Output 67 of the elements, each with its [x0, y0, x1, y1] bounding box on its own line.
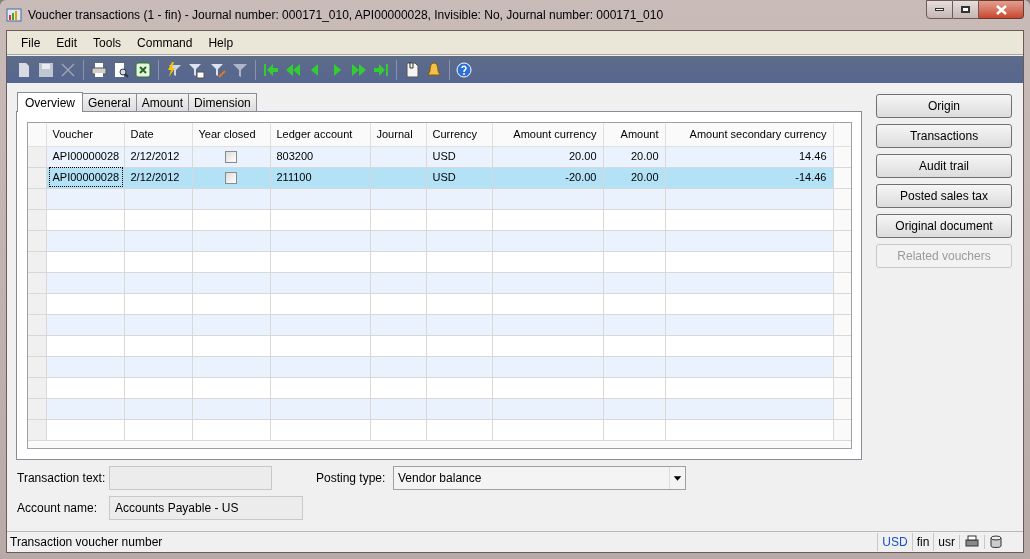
table-row[interactable]: API00000028 2/12/2012 803200 USD 20.00 20.00 14.46: [28, 146, 851, 167]
checkbox[interactable]: [225, 151, 237, 164]
help-icon[interactable]: [456, 61, 472, 78]
transaction-text-field[interactable]: [109, 466, 272, 490]
action-button[interactable]: Origin: [876, 94, 1012, 118]
tab[interactable]: Overview: [17, 92, 83, 112]
status-text: Transaction voucher number: [9, 534, 164, 551]
table-cell: 14.46: [798, 150, 827, 163]
column-header[interactable]: Ledger account: [270, 123, 370, 146]
action-button[interactable]: Audit trail: [876, 154, 1012, 178]
printer-icon[interactable]: [964, 535, 980, 549]
table-cell: 20.00: [630, 150, 659, 163]
column-header[interactable]: Voucher: [46, 123, 124, 146]
table-cell: 20.00: [568, 150, 597, 163]
table-cell: 20.00: [630, 171, 659, 184]
database-icon[interactable]: [989, 535, 1003, 549]
lightning-filter-icon[interactable]: [165, 60, 183, 79]
table-cell: -14.46: [795, 171, 827, 184]
close-icon: [995, 4, 1007, 15]
user-indicator: usr: [933, 533, 959, 551]
action-button[interactable]: Transactions: [876, 124, 1012, 148]
table-cell: USD: [432, 171, 456, 184]
menu-item[interactable]: Command: [131, 32, 199, 53]
column-header[interactable]: Amount secondary currency: [665, 123, 833, 146]
delete-icon[interactable]: [59, 60, 77, 79]
menu-item[interactable]: Edit: [50, 32, 84, 53]
column-header[interactable]: Date: [124, 123, 192, 146]
close-button[interactable]: [979, 0, 1024, 19]
print-icon[interactable]: [90, 60, 108, 79]
table-cell: 2/12/2012: [130, 171, 180, 184]
menu-item[interactable]: Tools: [87, 32, 128, 53]
company-indicator: fin: [911, 533, 934, 551]
maximize-button[interactable]: [953, 0, 979, 19]
posting-type-dropdown[interactable]: Vendor balance: [393, 466, 686, 490]
minimize-button[interactable]: [926, 0, 953, 19]
table-row[interactable]: API00000028 2/12/2012 211100 USD -20.00 20.00 -14.46: [28, 167, 851, 188]
table-cell: -20.00: [565, 171, 597, 184]
checkbox[interactable]: [225, 172, 237, 185]
spreadsheet-icon[interactable]: [134, 60, 152, 79]
column-header[interactable]: Currency: [426, 123, 492, 146]
window-title: Voucher transactions (1 - fin) - Journal number: 000171_010, API00000028, Invisible: No, Journal number: 000171_010: [28, 7, 664, 24]
action-button[interactable]: Posted sales tax: [876, 184, 1012, 208]
field-label: Account name:: [17, 500, 99, 517]
currency-indicator[interactable]: USD: [877, 533, 912, 551]
field-label: Posting type:: [316, 470, 387, 487]
column-header[interactable]: Amount currency: [492, 123, 603, 146]
save-icon[interactable]: [37, 60, 55, 79]
column-header[interactable]: Amount: [603, 123, 665, 146]
tab[interactable]: General: [83, 93, 137, 111]
action-button[interactable]: Original document: [876, 214, 1012, 238]
menu-item[interactable]: File: [15, 32, 47, 53]
field-label: Transaction text:: [17, 470, 107, 487]
table-cell: 211100: [276, 171, 312, 184]
table-cell: 803200: [276, 150, 314, 163]
app-icon: [6, 7, 22, 23]
table-cell: USD: [432, 150, 456, 163]
menu-item[interactable]: Help: [202, 32, 240, 53]
column-header[interactable]: Journal: [370, 123, 426, 146]
account-name-field[interactable]: Accounts Payable - US: [109, 496, 303, 520]
table-cell: API00000028: [52, 150, 120, 163]
table-cell: 2/12/2012: [130, 150, 180, 163]
column-header[interactable]: Year closed: [192, 123, 270, 146]
tab[interactable]: Amount: [136, 93, 190, 111]
print-preview-icon[interactable]: [112, 60, 130, 79]
tab[interactable]: Dimension: [189, 93, 257, 111]
document-clip-icon[interactable]: [403, 60, 421, 79]
alert-bell-icon[interactable]: [425, 60, 443, 79]
